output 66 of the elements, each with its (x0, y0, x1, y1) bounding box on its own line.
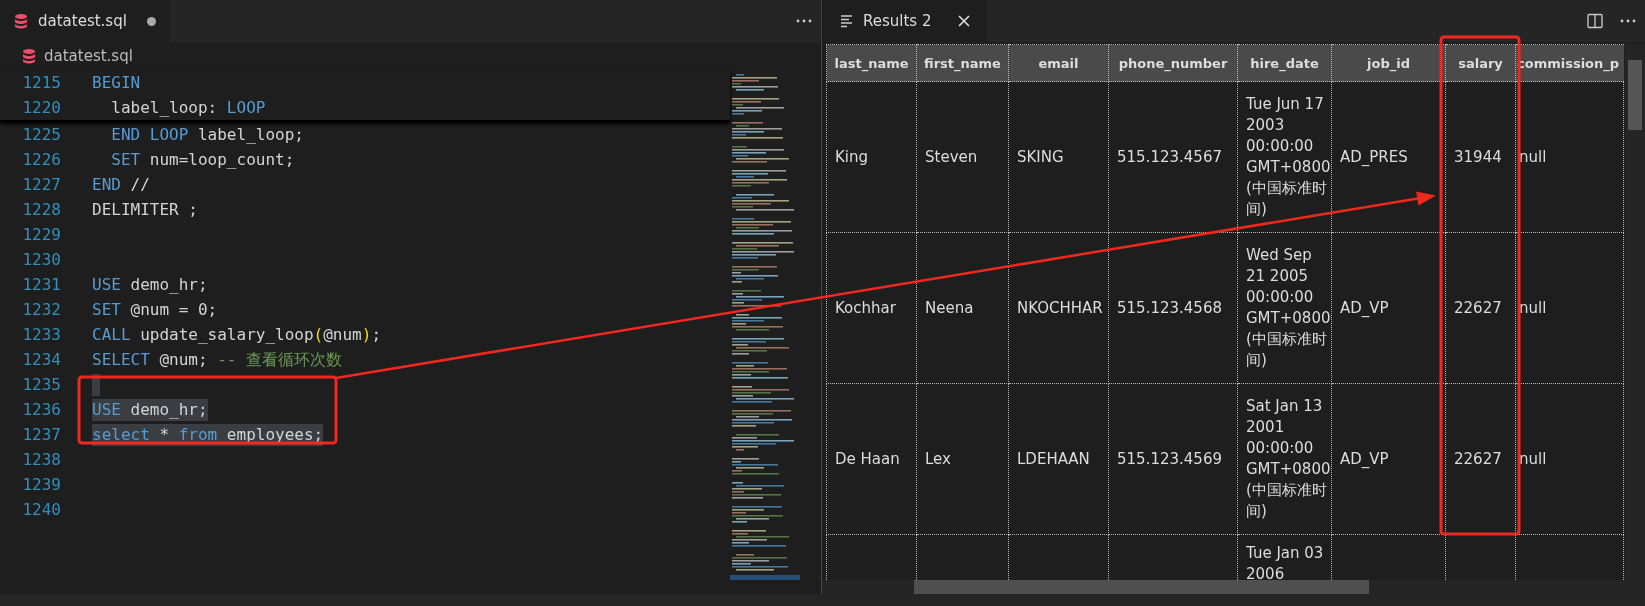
line-number: 1220 (21, 98, 62, 117)
table-cell: AD_VP (1331, 232, 1446, 384)
breadcrumb-item[interactable]: datatest.sql (44, 47, 133, 65)
line-number: 1228 (21, 200, 62, 219)
table-cell: 515.123.4567 (1108, 81, 1238, 233)
line-number: 1235 (21, 375, 62, 394)
code-line: SET @num = 0; (92, 298, 218, 321)
line-number: 1236 (21, 400, 62, 419)
table-cell: Kochhar (826, 232, 917, 384)
code-line: BEGIN (92, 71, 141, 94)
column-header[interactable]: first_name (916, 44, 1009, 82)
table-cell: King (826, 81, 917, 233)
line-number: 1226 (21, 150, 62, 169)
table-cell: 515.123.4569 (1108, 383, 1238, 535)
list-icon (840, 13, 853, 29)
column-header[interactable]: email (1008, 44, 1109, 82)
editor-tab[interactable]: datatest.sql (0, 0, 170, 42)
table-cell: Sat Jan 13 2001 00:00:00 GMT+0800 (中国标准时间) (1237, 383, 1332, 535)
database-icon (14, 13, 28, 29)
table-cell: 515.123.4568 (1108, 232, 1238, 384)
table-cell: SKING (1008, 81, 1109, 233)
table-cell: Wed Sep 21 2005 00:00:00 GMT+0800 (中国标准时间) (1237, 232, 1332, 384)
table-cell: AD_VP (1331, 383, 1446, 535)
line-number: 1237 (21, 425, 62, 444)
code-line: SELECT @num; -- 查看循环次数 (92, 348, 343, 371)
column-header[interactable]: hire_date (1237, 44, 1332, 82)
table-cell: De Haan (826, 383, 917, 535)
line-number: 1215 (21, 73, 62, 92)
table-cell: null (1515, 232, 1624, 384)
horizontal-scrollbar[interactable] (822, 580, 1645, 594)
table-cell: Neena (916, 232, 1009, 384)
table-cell: Tue Jun 17 2003 00:00:00 GMT+0800 (中国标准时间) (1237, 81, 1332, 233)
code-line: END LOOP label_loop; (110, 123, 304, 146)
line-number: 1231 (21, 275, 62, 294)
vertical-scrollbar[interactable] (1625, 44, 1645, 580)
results-tab[interactable]: Results 2 (822, 0, 988, 42)
column-header[interactable]: phone_number (1108, 44, 1238, 82)
code-line: SET num=loop_count; (110, 148, 295, 171)
line-number: 1233 (21, 325, 62, 344)
line-number: 1234 (21, 350, 62, 369)
table-cell: 22627 (1445, 232, 1516, 384)
table-cell: NKOCHHAR (1008, 232, 1109, 384)
line-number: 1232 (21, 300, 62, 319)
code-line: label_loop: LOOP (110, 96, 266, 119)
line-number: 1239 (21, 475, 62, 494)
line-number: 1230 (21, 250, 62, 269)
line-number: 1225 (21, 125, 62, 144)
table-cell: LDEHAAN (1008, 383, 1109, 535)
code-line: USE demo_hr; (92, 273, 208, 296)
split-icon (1587, 13, 1603, 29)
line-number: 1227 (21, 175, 62, 194)
close-icon (957, 14, 972, 28)
line-number: 1229 (21, 225, 62, 244)
column-header[interactable]: salary (1445, 44, 1516, 82)
database-icon (22, 48, 36, 64)
table-cell: null (1515, 81, 1624, 233)
table-cell: Steven (916, 81, 1009, 233)
column-header[interactable]: last_name (826, 44, 917, 82)
table-cell: Lex (916, 383, 1009, 535)
code-line: END // (92, 173, 150, 196)
table-cell: 31944 (1445, 81, 1516, 233)
code-line: DELIMITER ; (92, 198, 198, 221)
column-header[interactable]: job_id (1331, 44, 1446, 82)
line-number: 1238 (21, 450, 62, 469)
code-line: CALL update_salary_loop(@num); (92, 323, 381, 346)
line-number: 1240 (21, 500, 62, 519)
